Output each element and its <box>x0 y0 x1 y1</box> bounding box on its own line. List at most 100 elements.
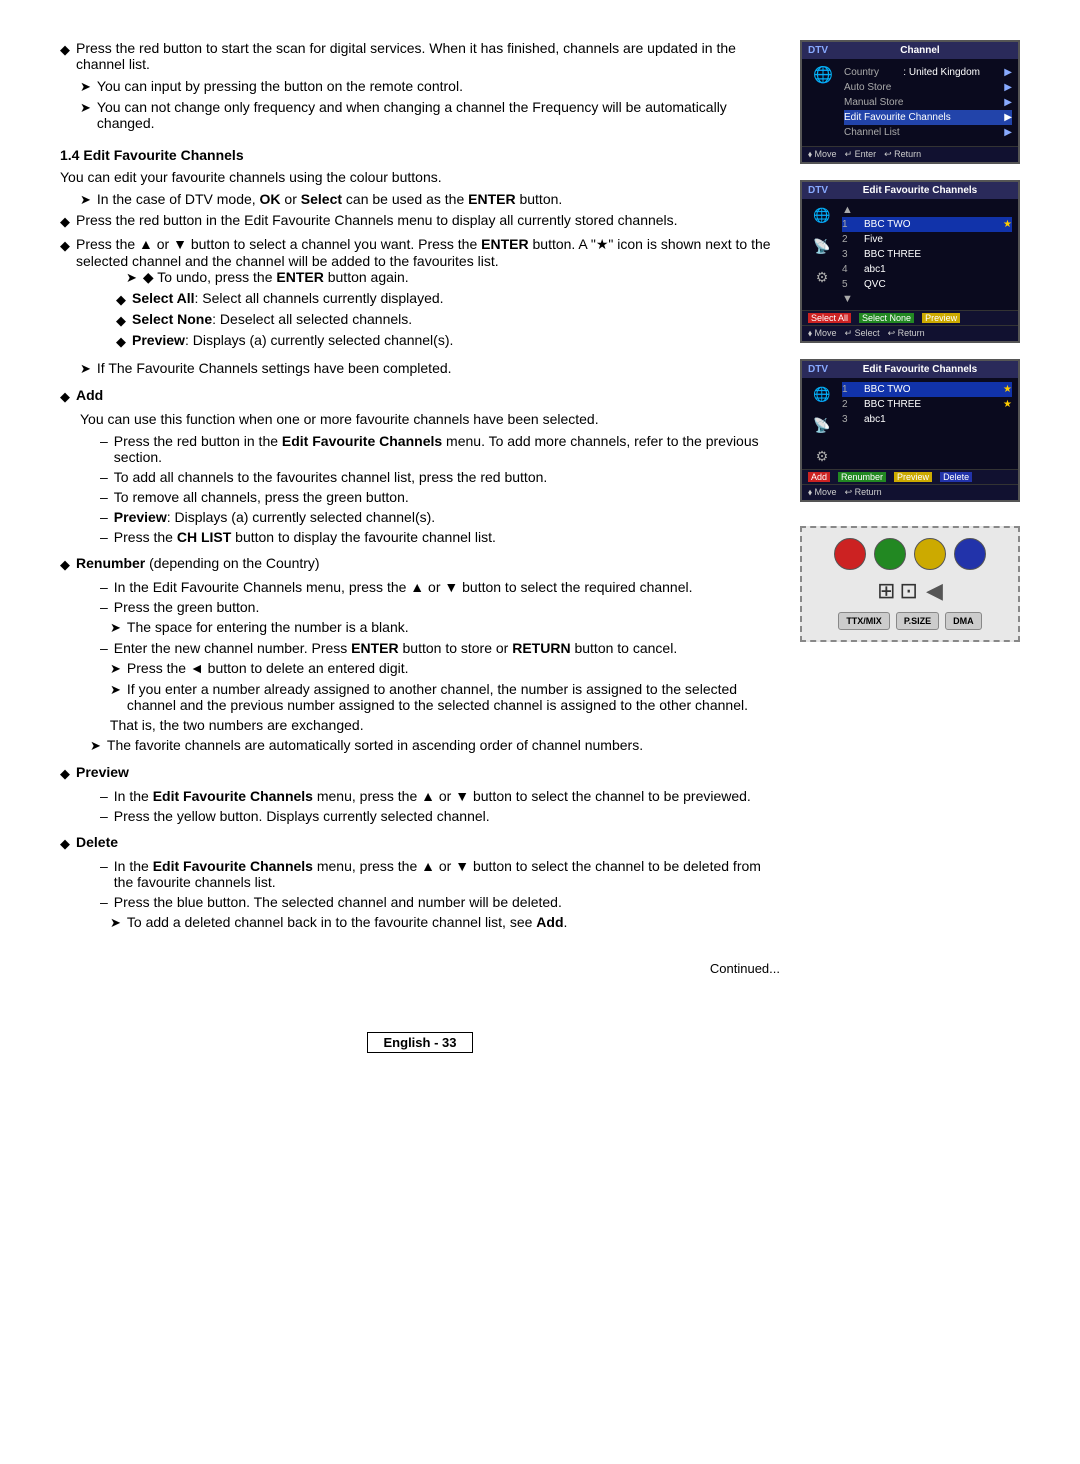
tv3-channel-2: 2 BBC THREE ★ <box>842 397 1012 412</box>
arrow-icon: ➤ <box>126 270 137 286</box>
renumber-sub-2: ➤ Press the ◄ button to delete an entere… <box>80 660 780 713</box>
tv3-channel-1: 1 BBC TWO ★ <box>842 382 1012 397</box>
tv-screen-3-body: 🌐 📡 ⚙ 1 BBC TWO ★ 2 BBC THREE <box>802 378 1018 469</box>
diamond-icon: ◆ <box>116 313 126 329</box>
remote-control-area: ⊞ ⊡ ◀ TTX/MIX P.SIZE DMA <box>800 526 1020 642</box>
renumber-arrow-swap: ➤ If you enter a number already assigned… <box>100 681 780 713</box>
diamond-icon: ◆ <box>60 766 70 782</box>
sub-bullet-undo: ➤ ◆ To undo, press the ENTER button agai… <box>116 269 780 286</box>
delete-bullet-2: – Press the blue button. The selected ch… <box>80 894 780 910</box>
tv-screen-3: DTV Edit Favourite Channels 🌐 📡 ⚙ 1 BBC … <box>800 359 1020 502</box>
tv-channel-2: 2 Five <box>842 232 1012 247</box>
settings-icon: ⚙ <box>816 269 829 286</box>
bullet-fav-completed: ➤ If The Favourite Channels settings hav… <box>60 360 780 377</box>
diamond-icon: ◆ <box>116 292 126 308</box>
arrow-icon: ➤ <box>110 915 121 931</box>
delete-sub-1: ➤ To add a deleted channel back in to th… <box>80 914 780 931</box>
renumber-arrow-blank: ➤ The space for entering the number is a… <box>100 619 780 636</box>
tv-row-country: Country : United Kingdom ▶ <box>844 65 1012 80</box>
renumber-arrow-sorted: ➤ The favorite channels are automaticall… <box>80 737 780 754</box>
renumber-arrow-delete: ➤ Press the ◄ button to delete an entere… <box>100 660 780 677</box>
right-column-screens: DTV Channel 🌐 Country : United Kingdom ▶ <box>800 40 1020 1053</box>
arrow-icon: ➤ <box>80 100 91 116</box>
tv-screen-3-header: DTV Edit Favourite Channels <box>802 361 1018 378</box>
add-bullet-2: – To add all channels to the favourites … <box>80 469 780 485</box>
sub-bullet-preview-channels: ◆ Preview: Displays (a) currently select… <box>116 332 780 350</box>
arrow-icon: ➤ <box>110 620 121 636</box>
section-intro: You can edit your favourite channels usi… <box>60 169 780 185</box>
renumber-bullet-1: – In the Edit Favourite Channels menu, p… <box>80 579 780 595</box>
add-bullet-preview: – Preview: Displays (a) currently select… <box>80 509 780 525</box>
ttxmix-button: TTX/MIX <box>838 612 890 630</box>
tv-screen-2-footer: Select All Select None Preview <box>802 310 1018 325</box>
tv-screen-2-body: 🌐 📡 ⚙ ▲ 1 BBC TWO ★ 2 Five <box>802 199 1018 310</box>
remote-icons-row: ⊞ ⊡ ◀ <box>877 578 943 604</box>
tv-screen-1: DTV Channel 🌐 Country : United Kingdom ▶ <box>800 40 1020 164</box>
tv-screen-1-header: DTV Channel <box>802 42 1018 59</box>
delete-section-header: ◆ Delete <box>60 834 780 852</box>
signal-icon: 📡 <box>813 238 830 255</box>
section-heading: 1.4 Edit Favourite Channels <box>60 147 780 163</box>
bullet-red-fav: ◆ Press the red button in the Edit Favou… <box>60 212 780 230</box>
diamond-icon: ◆ <box>116 334 126 350</box>
tv-screen-2-nav: ⬧ Move ↵ Select ↩ Return <box>802 325 1018 341</box>
tv3-channel-3: 3 abc1 <box>842 412 1012 427</box>
sub-bullet-selectall: ◆ Select All: Select all channels curren… <box>116 290 780 308</box>
green-button <box>874 538 906 570</box>
continued-text: Continued... <box>60 961 780 976</box>
tv-screen-3-footer: Add Renumber Preview Delete <box>802 469 1018 484</box>
english-page-number: English - 33 <box>367 1032 474 1053</box>
tv-channel-5: 5 QVC <box>842 277 1012 292</box>
menu-icon: ⊞ <box>877 578 895 604</box>
add-bullet-chlist: – Press the CH LIST button to display th… <box>80 529 780 545</box>
diamond-icon: ◆ <box>60 214 70 230</box>
renumber-exchange: That is, the two numbers are exchanged. <box>80 717 780 733</box>
add-section-body: You can use this function when one or mo… <box>60 411 780 545</box>
blue-button <box>954 538 986 570</box>
tv-row-autostore: Auto Store ▶ <box>844 80 1012 95</box>
up-arrow-indicator: ▲ <box>842 203 1012 217</box>
tv-row-editfav: Edit Favourite Channels ▶ <box>844 110 1012 125</box>
tv-row-channellist: Channel List ▶ <box>844 125 1012 140</box>
bullet-frequency: ➤ You can not change only frequency and … <box>60 99 780 131</box>
sub-bullet-selectnone: ◆ Select None: Deselect all selected cha… <box>116 311 780 329</box>
delete-section-body: – In the Edit Favourite Channels menu, p… <box>60 858 780 931</box>
add-bullet-1: – Press the red button in the Edit Favou… <box>80 433 780 465</box>
yellow-button <box>914 538 946 570</box>
globe-icon-2: 🌐 <box>813 207 830 224</box>
section-1-4: 1.4 Edit Favourite Channels You can edit… <box>60 147 780 931</box>
nav-arrows-icon: ◀ <box>926 578 943 604</box>
bullet-red-button: ◆ Press the red button to start the scan… <box>60 40 780 72</box>
preview-bullet-2: – Press the yellow button. Displays curr… <box>80 808 780 824</box>
top-bullets-section: ◆ Press the red button to start the scan… <box>60 40 780 131</box>
renumber-section-header: ◆ Renumber (depending on the Country) <box>60 555 780 573</box>
diamond-icon: ◆ <box>60 238 70 254</box>
bullet-input-remote: ➤ You can input by pressing the button o… <box>60 78 780 95</box>
arrow-icon: ➤ <box>80 361 91 377</box>
diamond-icon: ◆ <box>60 42 70 58</box>
renumber-bullet-3: – Enter the new channel number. Press EN… <box>80 640 780 656</box>
arrow-icon: ➤ <box>110 682 121 698</box>
diamond-icon: ◆ <box>60 389 70 405</box>
preview-section-header: ◆ Preview <box>60 764 780 782</box>
down-arrow-indicator: ▼ <box>842 292 1012 306</box>
bullet-enter: ➤ In the case of DTV mode, OK or Select … <box>60 191 780 208</box>
tv-channel-3: 3 BBC THREE <box>842 247 1012 262</box>
tv-screen-2-header: DTV Edit Favourite Channels <box>802 182 1018 199</box>
color-buttons-row <box>834 538 986 570</box>
arrow-icon: ➤ <box>80 79 91 95</box>
globe-icon: 🌐 <box>813 65 833 85</box>
tv-screen-1-footer: ⬧ Move ↵ Enter ↩ Return <box>802 146 1018 162</box>
page-footer: English - 33 <box>60 1016 780 1053</box>
dma-button: DMA <box>945 612 982 630</box>
globe-icon-3: 🌐 <box>813 386 830 403</box>
renumber-bullet-2: – Press the green button. <box>80 599 780 615</box>
bottom-buttons-row: TTX/MIX P.SIZE DMA <box>838 612 981 630</box>
renumber-section-body: – In the Edit Favourite Channels menu, p… <box>60 579 780 754</box>
sub-bullets: ➤ ◆ To undo, press the ENTER button agai… <box>76 269 780 350</box>
tv-icon: ⊡ <box>900 578 918 604</box>
tv-screen-1-body: 🌐 Country : United Kingdom ▶ Auto Store … <box>802 59 1018 146</box>
tv-screen-3-nav: ⬧ Move ↩ Return <box>802 484 1018 500</box>
preview-section-body: – In the Edit Favourite Channels menu, p… <box>60 788 780 824</box>
diamond-icon: ◆ <box>60 836 70 852</box>
